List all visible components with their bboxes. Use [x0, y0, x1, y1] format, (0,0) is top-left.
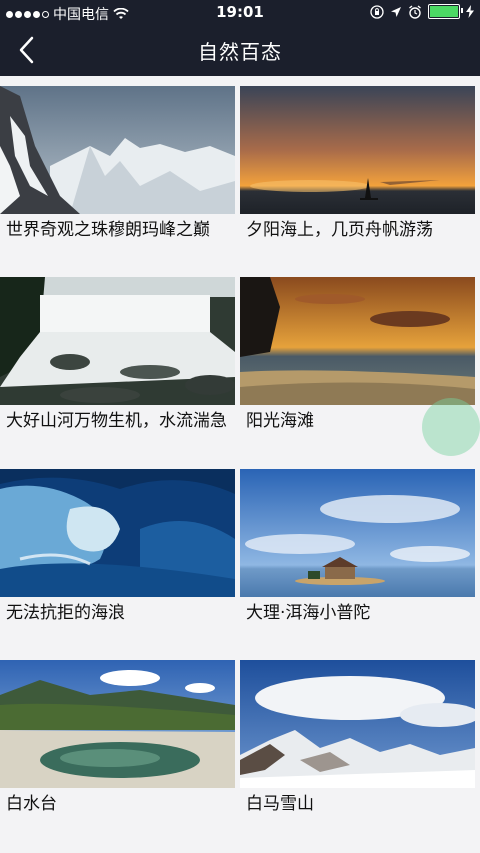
photo-card-waterfall[interactable]: 大好山河万物生机，水流湍急: [0, 277, 235, 434]
photo-card-wave[interactable]: 无法抗拒的海浪: [0, 469, 235, 626]
caption: 世界奇观之珠穆朗玛峰之巅: [6, 220, 210, 240]
baishuitai-image: [0, 660, 235, 788]
page-title: 自然百态: [198, 40, 282, 64]
beach-image: [240, 277, 475, 405]
sunset-sail-image: [240, 86, 475, 214]
photo-card-baishuitai[interactable]: 白水台: [0, 660, 235, 817]
caption: 白水台: [6, 794, 57, 814]
charging-icon: [466, 5, 474, 18]
orientation-lock-icon: [370, 4, 384, 19]
battery-icon: [428, 4, 463, 19]
photo-card-baima-snow-mountain[interactable]: 白马雪山: [240, 660, 475, 817]
wave-image: [0, 469, 235, 597]
dali-erhai-image: [240, 469, 475, 597]
caption: 白马雪山: [246, 794, 314, 814]
nav-bar: 自然百态: [0, 24, 480, 76]
baima-snow-mountain-image: [240, 660, 475, 788]
photo-card-everest[interactable]: 世界奇观之珠穆朗玛峰之巅: [0, 86, 235, 243]
everest-image: [0, 86, 235, 214]
status-bar: 中国电信 19:01: [0, 0, 480, 24]
photo-card-dali-erhai[interactable]: 大理·洱海小普陀: [240, 469, 475, 626]
touch-indicator: [422, 398, 480, 456]
caption: 大理·洱海小普陀: [246, 603, 371, 623]
caption: 无法抗拒的海浪: [6, 603, 125, 623]
photo-card-sunset-sail[interactable]: 夕阳海上，几页舟帆游荡: [240, 86, 475, 243]
location-icon: [391, 6, 401, 17]
caption: 夕阳海上，几页舟帆游荡: [246, 220, 433, 240]
alarm-icon: [409, 4, 421, 19]
waterfall-image: [0, 277, 235, 405]
caption: 大好山河万物生机，水流湍急: [6, 411, 227, 431]
